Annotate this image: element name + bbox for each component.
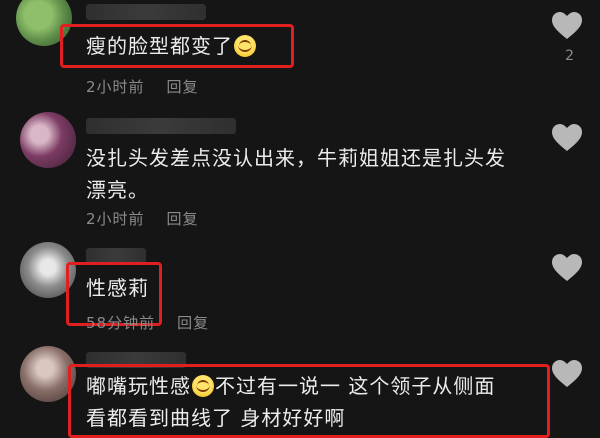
comment-body-line2: 看都看到曲线了 身材好好啊 xyxy=(86,406,346,430)
reply-button[interactable]: 回复 xyxy=(167,210,199,228)
reply-button[interactable]: 回复 xyxy=(177,314,209,332)
like-count: 2 xyxy=(565,48,574,64)
comment-item: 性感莉 58分钟前 回复 xyxy=(0,234,600,338)
laughing-emoji-icon xyxy=(192,375,214,397)
heart-icon[interactable] xyxy=(552,360,582,388)
comment-body: 性感莉 xyxy=(86,276,149,300)
laughing-emoji-icon xyxy=(234,35,256,57)
comment-item: 瘦的脸型都变了 2小时前 回复 2 xyxy=(0,0,600,100)
username-blurred[interactable] xyxy=(86,4,206,20)
username-blurred[interactable] xyxy=(86,118,236,134)
comment-time: 2小时前 xyxy=(86,210,145,228)
heart-icon[interactable] xyxy=(552,254,582,282)
avatar[interactable] xyxy=(20,112,76,168)
comment-text: 嘟嘴玩性感 不过有一说一 这个领子从侧面 看都看到曲线了 身材好好啊 xyxy=(86,370,495,434)
comment-body-part2: 不过有一说一 这个领子从侧面 xyxy=(215,374,496,398)
comment-text: 瘦的脸型都变了 xyxy=(86,30,257,62)
comment-time: 58分钟前 xyxy=(86,314,156,332)
comment-meta: 58分钟前 回复 xyxy=(86,312,209,333)
comment-body: 瘦的脸型都变了 xyxy=(86,34,233,58)
comment-meta: 2小时前 回复 xyxy=(86,76,199,97)
comment-time: 2小时前 xyxy=(86,78,145,96)
heart-icon[interactable] xyxy=(552,124,582,152)
comment-text: 没扎头发差点没认出来，牛莉姐姐还是扎头发 漂亮。 xyxy=(86,142,506,206)
comment-item: 没扎头发差点没认出来，牛莉姐姐还是扎头发 漂亮。 2小时前 回复 xyxy=(0,104,600,232)
comment-meta: 2小时前 回复 xyxy=(86,208,199,229)
heart-icon[interactable] xyxy=(552,12,582,40)
reply-button[interactable]: 回复 xyxy=(167,78,199,96)
comment-body-line1: 没扎头发差点没认出来，牛莉姐姐还是扎头发 xyxy=(86,146,506,170)
comment-text: 性感莉 xyxy=(86,272,149,304)
comment-item: 嘟嘴玩性感 不过有一说一 这个领子从侧面 看都看到曲线了 身材好好啊 xyxy=(0,338,600,438)
comment-body-part1: 嘟嘴玩性感 xyxy=(86,374,191,398)
comment-body-line2: 漂亮。 xyxy=(86,178,149,202)
